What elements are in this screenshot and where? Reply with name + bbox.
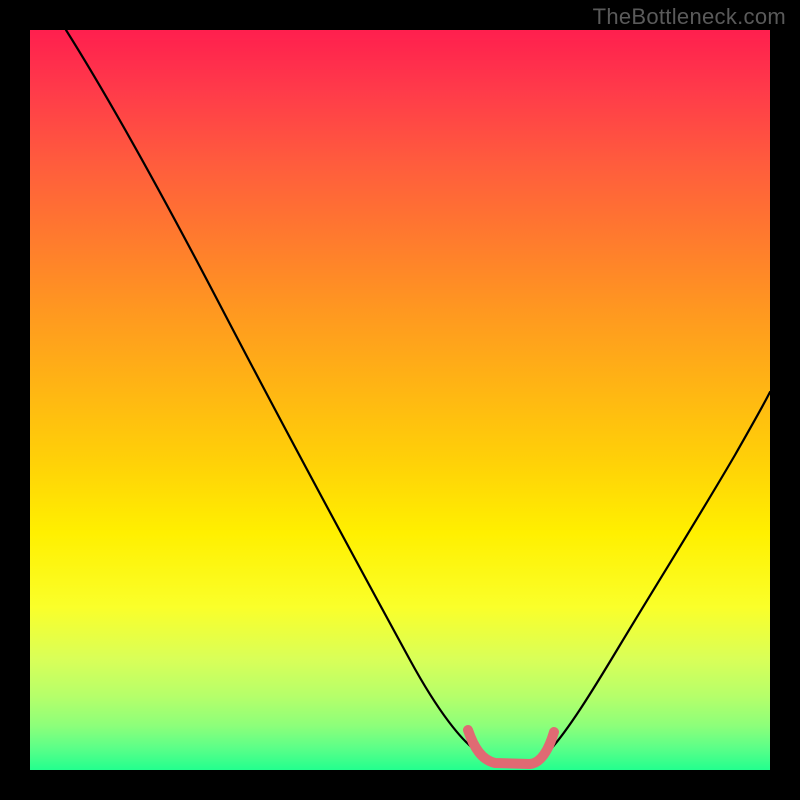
watermark-text: TheBottleneck.com: [593, 4, 786, 30]
left-curve: [66, 30, 475, 750]
plot-area: [30, 30, 770, 770]
chart-stage: TheBottleneck.com: [0, 0, 800, 800]
right-curve: [550, 392, 770, 750]
curve-layer: [30, 30, 770, 770]
trough-indicator: [468, 730, 554, 764]
